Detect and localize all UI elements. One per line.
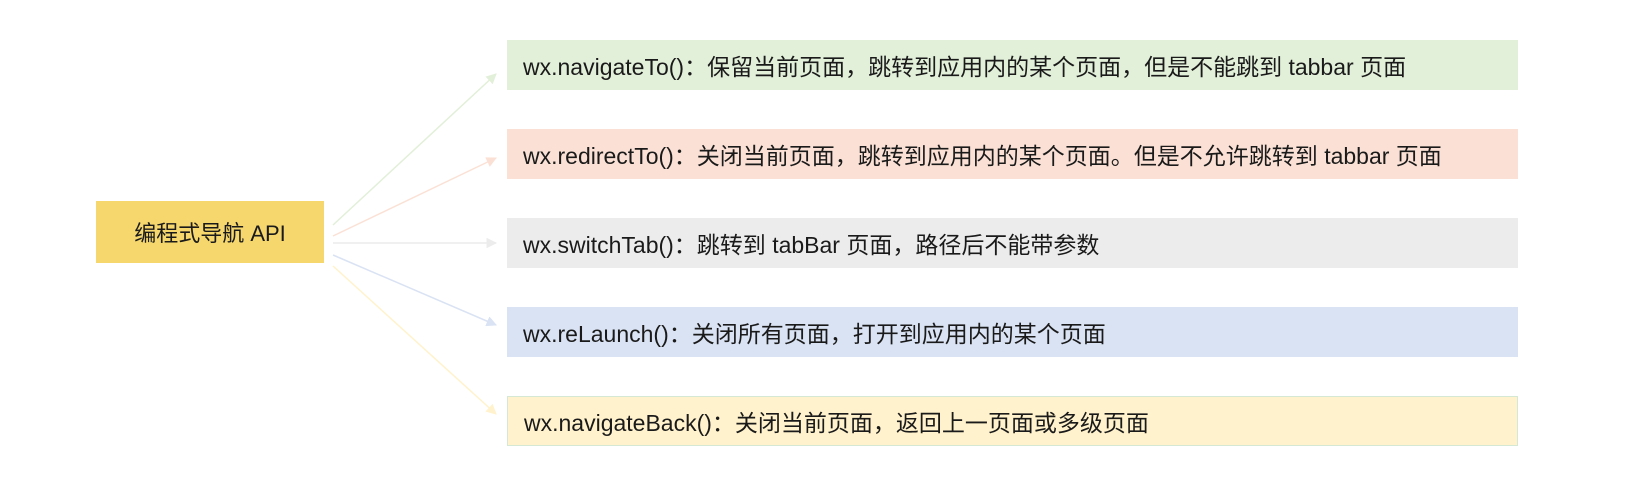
arrow-to-navigate-back [332, 265, 497, 415]
root-node-programmatic-navigation-api: 编程式导航 API [96, 201, 324, 263]
arrow-to-navigate-to [332, 73, 497, 226]
api-box-switch-tab: wx.switchTab()：跳转到 tabBar 页面，路径后不能带参数 [507, 218, 1518, 268]
api-box-navigate-back: wx.navigateBack()：关闭当前页面，返回上一页面或多级页面 [507, 396, 1518, 446]
api-box-navigate-to: wx.navigateTo()：保留当前页面，跳转到应用内的某个页面，但是不能跳… [507, 40, 1518, 90]
arrow-to-redirect-to [332, 157, 497, 237]
api-box-redirect-to: wx.redirectTo()：关闭当前页面，跳转到应用内的某个页面。但是不允许… [507, 129, 1518, 179]
api-box-relaunch: wx.reLaunch()：关闭所有页面，打开到应用内的某个页面 [507, 307, 1518, 357]
arrow-to-relaunch [332, 254, 497, 327]
